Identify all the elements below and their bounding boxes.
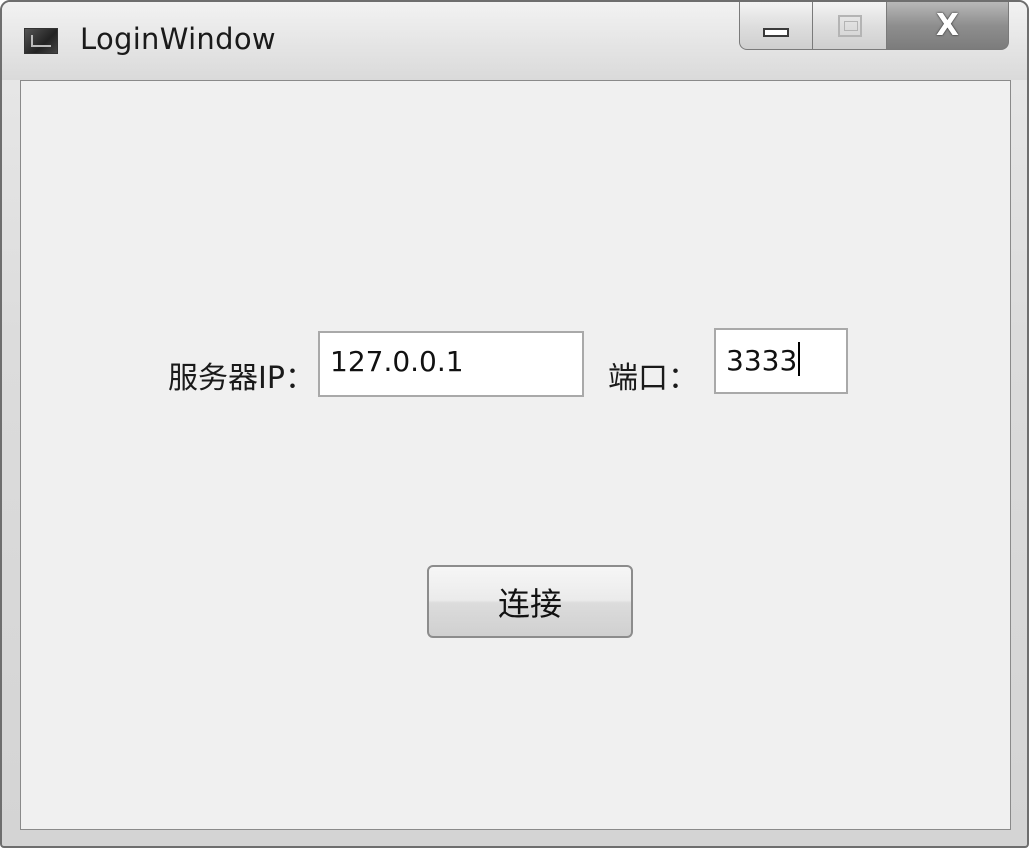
close-icon: X bbox=[935, 7, 960, 43]
server-ip-input[interactable]: 127.0.0.1 bbox=[318, 331, 584, 397]
text-caret bbox=[798, 342, 801, 376]
port-input[interactable]: 3333 bbox=[714, 328, 848, 394]
app-window-icon bbox=[24, 28, 58, 54]
minimize-button[interactable] bbox=[739, 2, 813, 50]
connect-button-label: 连接 bbox=[497, 584, 562, 623]
window-title: LoginWindow bbox=[80, 22, 276, 56]
login-window: LoginWindow X 服务器IP： 127.0.0.1 端口： 3333 … bbox=[0, 0, 1029, 848]
minimize-icon bbox=[763, 28, 789, 37]
port-value: 3333 bbox=[726, 344, 798, 377]
title-bar[interactable]: LoginWindow X bbox=[2, 2, 1027, 80]
maximize-icon bbox=[837, 14, 862, 37]
client-area: 服务器IP： 127.0.0.1 端口： 3333 连接 bbox=[20, 80, 1011, 830]
caption-buttons: X bbox=[739, 2, 1009, 52]
close-button[interactable]: X bbox=[887, 2, 1009, 50]
connect-button[interactable]: 连接 bbox=[427, 565, 633, 638]
maximize-button[interactable] bbox=[813, 2, 887, 50]
server-ip-label: 服务器IP： bbox=[168, 361, 315, 396]
port-label: 端口： bbox=[608, 361, 698, 396]
server-ip-value: 127.0.0.1 bbox=[330, 345, 464, 378]
